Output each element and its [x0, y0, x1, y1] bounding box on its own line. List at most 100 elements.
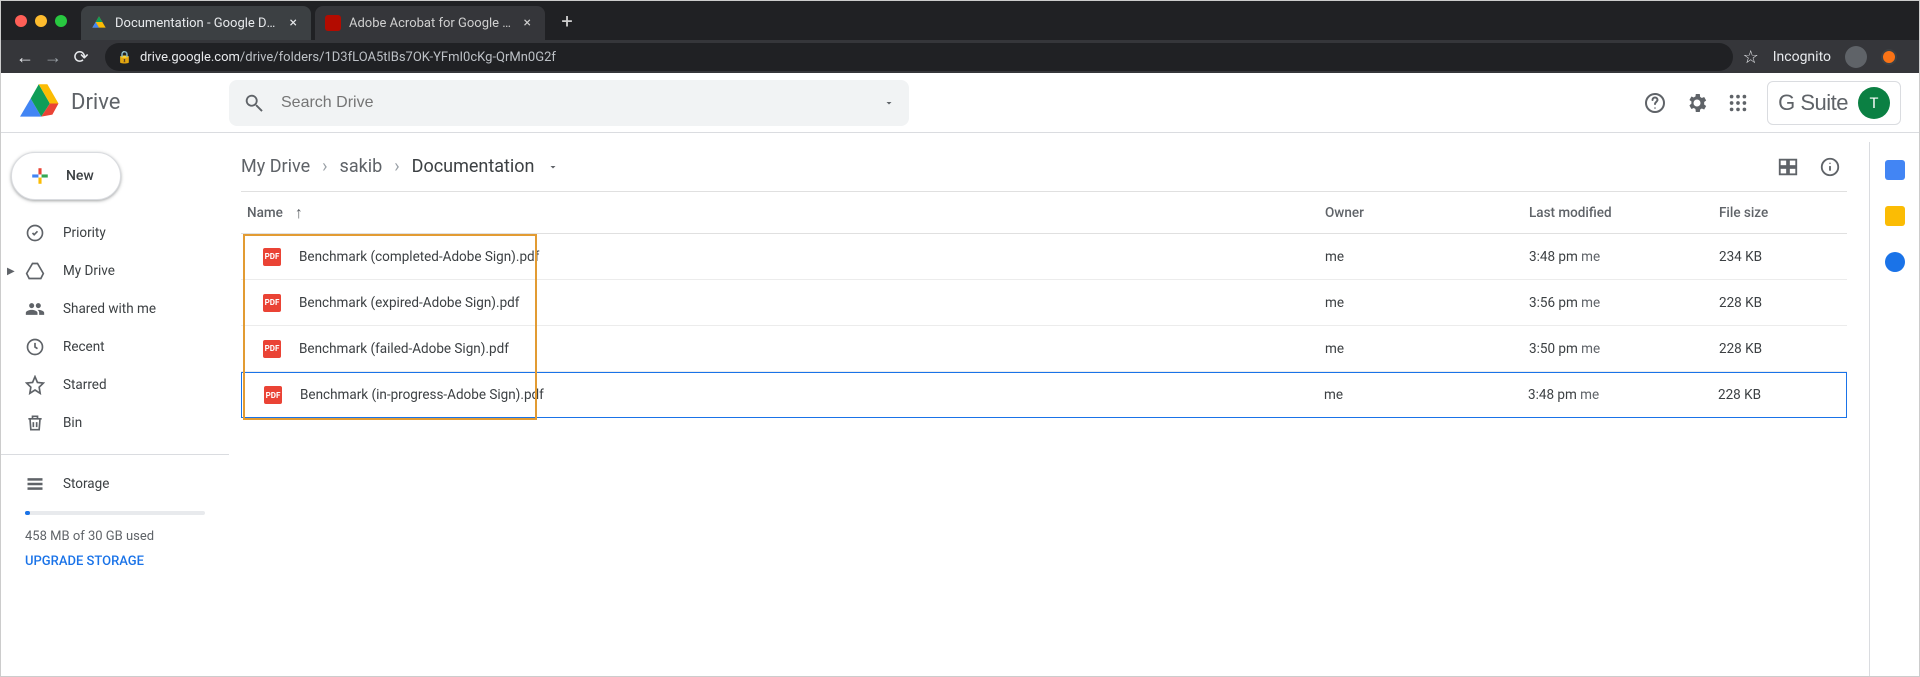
file-size: 228 KB	[1719, 295, 1847, 311]
sidebar: New Priority ▶ My Drive Shared with me R…	[1, 74, 229, 676]
col-header-owner[interactable]: Owner	[1325, 205, 1529, 221]
settings-gear-icon[interactable]	[1685, 91, 1709, 115]
dropdown-caret-icon[interactable]	[547, 161, 559, 173]
col-header-name[interactable]: Name ↑	[241, 203, 1325, 223]
back-button[interactable]: ←	[11, 47, 39, 68]
tab-title: Adobe Acrobat for Google Driv	[349, 16, 512, 31]
browser-tab-active[interactable]: Documentation - Google Drive ×	[81, 6, 311, 40]
sort-asc-icon[interactable]: ↑	[295, 203, 303, 223]
mac-window-controls[interactable]	[1, 15, 81, 27]
file-size: 228 KB	[1719, 341, 1847, 357]
sidebar-item-storage[interactable]: Storage	[1, 465, 229, 503]
file-row[interactable]: PDFBenchmark (expired-Adobe Sign).pdfme3…	[241, 280, 1847, 326]
pdf-icon: PDF	[263, 294, 281, 312]
divider	[1, 454, 229, 455]
account-avatar[interactable]: T	[1858, 87, 1890, 119]
tasks-addon-icon[interactable]	[1885, 252, 1905, 272]
col-header-size[interactable]: File size	[1719, 205, 1847, 221]
file-row[interactable]: PDFBenchmark (completed-Adobe Sign).pdfm…	[241, 234, 1847, 280]
expand-caret-icon[interactable]: ▶	[7, 266, 15, 277]
new-tab-button[interactable]: +	[553, 7, 581, 35]
storage-usage-text: 458 MB of 30 GB used	[1, 523, 229, 550]
file-name: Benchmark (failed-Adobe Sign).pdf	[299, 341, 509, 357]
file-size: 234 KB	[1719, 249, 1847, 265]
sidebar-item-starred[interactable]: Starred	[1, 366, 229, 404]
reload-button[interactable]: ⟳	[67, 47, 95, 68]
new-button-label: New	[66, 168, 94, 184]
gsuite-label: G Suite	[1778, 90, 1848, 116]
forward-button[interactable]: →	[39, 47, 67, 68]
sidebar-item-label: Shared with me	[63, 301, 156, 317]
incognito-label: Incognito	[1773, 49, 1831, 65]
mydrive-icon	[25, 261, 45, 281]
sidebar-item-priority[interactable]: Priority	[1, 214, 229, 252]
col-header-modified[interactable]: Last modified	[1529, 205, 1719, 221]
storage-progress	[25, 511, 205, 515]
main-area: My Drive › sakib › Documentation Name ↑ …	[229, 74, 1919, 676]
browser-tab[interactable]: Adobe Acrobat for Google Driv ×	[315, 6, 545, 40]
minimize-window-button[interactable]	[35, 15, 47, 27]
recent-icon	[25, 337, 45, 357]
calendar-addon-icon[interactable]	[1885, 160, 1905, 180]
file-name: Benchmark (expired-Adobe Sign).pdf	[299, 295, 519, 311]
close-tab-icon[interactable]: ×	[286, 15, 301, 31]
upgrade-storage-link[interactable]: UPGRADE STORAGE	[1, 550, 168, 573]
breadcrumb-segment[interactable]: My Drive	[241, 156, 310, 177]
sidebar-item-shared[interactable]: Shared with me	[1, 290, 229, 328]
avatar-letter: T	[1870, 94, 1879, 112]
bookmark-star-icon[interactable]: ☆	[1743, 47, 1759, 68]
file-modified: 3:48 pm me	[1529, 249, 1719, 265]
drive-favicon-icon	[91, 15, 107, 31]
shared-icon	[25, 299, 45, 319]
file-modified: 3:50 pm me	[1529, 341, 1719, 357]
sidebar-item-label: My Drive	[63, 263, 115, 279]
sidebar-item-label: Priority	[63, 225, 106, 241]
priority-icon	[25, 223, 45, 243]
sidebar-item-label: Bin	[63, 415, 82, 431]
close-tab-icon[interactable]: ×	[520, 15, 535, 31]
file-owner: me	[1325, 341, 1529, 357]
browser-tab-strip: Documentation - Google Drive × Adobe Acr…	[1, 1, 1919, 40]
profile-indicator-icon[interactable]	[1881, 49, 1897, 65]
new-button[interactable]: New	[11, 152, 121, 200]
layout-toggle-icon[interactable]	[1777, 156, 1799, 178]
tab-title: Documentation - Google Drive	[115, 16, 278, 31]
details-info-icon[interactable]	[1819, 156, 1841, 178]
storage-icon	[25, 474, 45, 494]
drive-header: Drive G Suite T	[1, 73, 1919, 133]
file-modified: 3:48 pm me	[1528, 387, 1718, 403]
chevron-right-icon: ›	[394, 156, 399, 177]
apps-grid-icon[interactable]	[1727, 92, 1749, 114]
gsuite-badge[interactable]: G Suite T	[1767, 81, 1901, 125]
maximize-window-button[interactable]	[55, 15, 67, 27]
chevron-right-icon: ›	[322, 156, 327, 177]
address-bar[interactable]: 🔒 drive.google.com/drive/folders/1D3fLOA…	[105, 43, 1733, 71]
browser-toolbar: ← → ⟳ 🔒 drive.google.com/drive/folders/1…	[1, 40, 1919, 74]
close-window-button[interactable]	[15, 15, 27, 27]
file-modified: 3:56 pm me	[1529, 295, 1719, 311]
file-row[interactable]: PDFBenchmark (in-progress-Adobe Sign).pd…	[241, 372, 1847, 418]
file-name: Benchmark (in-progress-Adobe Sign).pdf	[300, 387, 544, 403]
sidebar-item-my-drive[interactable]: ▶ My Drive	[1, 252, 229, 290]
incognito-icon	[1845, 46, 1867, 68]
sidebar-item-recent[interactable]: Recent	[1, 328, 229, 366]
search-box[interactable]	[229, 80, 909, 126]
keep-addon-icon[interactable]	[1885, 206, 1905, 226]
sidebar-item-label: Recent	[63, 339, 105, 355]
breadcrumb-segment[interactable]: sakib	[340, 156, 383, 177]
search-input[interactable]	[281, 94, 867, 112]
file-owner: me	[1325, 249, 1529, 265]
sidebar-item-bin[interactable]: Bin	[1, 404, 229, 442]
side-panel	[1869, 142, 1919, 676]
breadcrumb-current[interactable]: Documentation	[412, 156, 535, 177]
file-row[interactable]: PDFBenchmark (failed-Adobe Sign).pdfme3:…	[241, 326, 1847, 372]
pdf-icon: PDF	[263, 248, 281, 266]
dropdown-caret-icon[interactable]	[883, 97, 895, 109]
lock-icon: 🔒	[117, 50, 132, 64]
col-name-label: Name	[247, 205, 283, 221]
breadcrumb: My Drive › sakib › Documentation	[241, 142, 1847, 192]
search-icon	[243, 92, 265, 114]
help-icon[interactable]	[1643, 91, 1667, 115]
file-list: PDFBenchmark (completed-Adobe Sign).pdfm…	[241, 234, 1847, 418]
file-owner: me	[1324, 387, 1528, 403]
